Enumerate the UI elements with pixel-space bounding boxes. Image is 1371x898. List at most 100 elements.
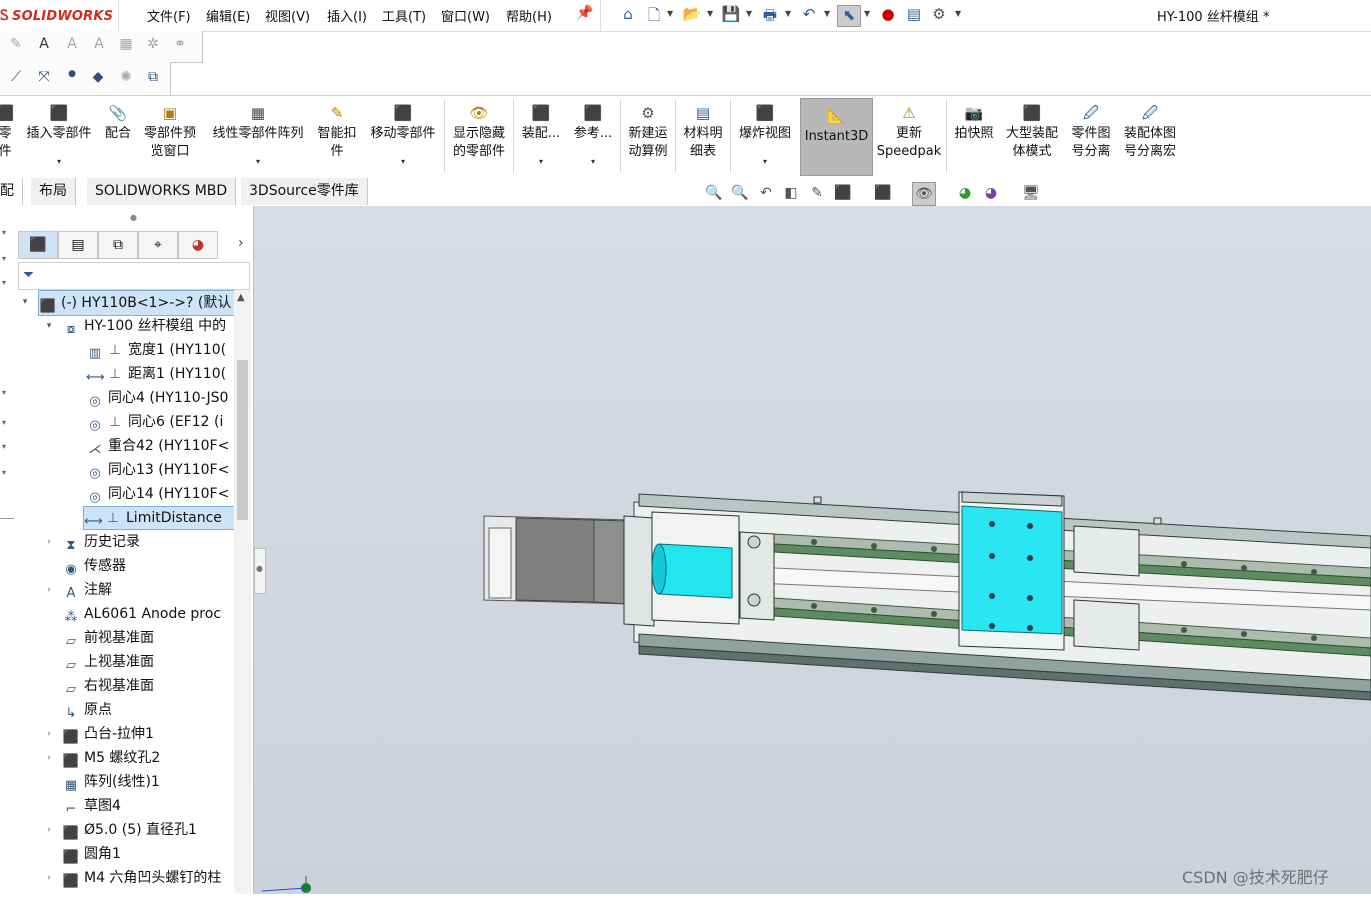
- tab-dimxpert[interactable]: ⌖: [138, 231, 178, 259]
- cmd-mate[interactable]: 📎 配合: [100, 96, 136, 176]
- cmd-part-number-split[interactable]: 🖉 零件图 号分离: [1067, 96, 1115, 176]
- smart-dim-icon[interactable]: ⚭: [170, 36, 190, 56]
- tree-mate-item[interactable]: ◎ 同心13 (HY110F<: [86, 458, 229, 482]
- previous-view-icon[interactable]: ↶: [755, 182, 777, 204]
- save-icon[interactable]: 💾: [720, 5, 742, 25]
- tree-mate-item[interactable]: ◎ ⊥ 同心6 (EF12 (i: [86, 410, 223, 434]
- section-view-icon[interactable]: ◧: [780, 182, 802, 204]
- tab-property-manager[interactable]: ▤: [58, 231, 98, 259]
- chevron-down-icon[interactable]: ▼: [864, 9, 870, 18]
- annotation-icon[interactable]: A: [34, 36, 54, 56]
- hide-show-items-icon[interactable]: 👁: [912, 182, 936, 206]
- scroll-up-icon[interactable]: ▲: [237, 292, 245, 303]
- cmd-exploded-view[interactable]: ⬛ 爆炸视图 ▾: [734, 96, 796, 176]
- menu-insert[interactable]: 插入(I): [327, 6, 367, 25]
- chevron-down-icon[interactable]: ▼: [667, 9, 673, 18]
- tab-layout[interactable]: 布局: [31, 178, 76, 205]
- filter-icon[interactable]: ⏷: [23, 267, 34, 283]
- cmd-large-assembly[interactable]: ⬛ 大型装配 体模式: [1001, 96, 1063, 176]
- chevron-down-icon[interactable]: ▾: [569, 157, 617, 167]
- chevron-right-icon[interactable]: ›: [238, 235, 244, 251]
- reference-plane-icon[interactable]: ◆: [88, 69, 108, 89]
- tab-feature-manager[interactable]: ⬛: [18, 231, 58, 259]
- view-orientation-icon[interactable]: ⬛: [832, 182, 854, 204]
- cmd-edit-part[interactable]: ⬛ 零 件: [0, 96, 16, 176]
- expand-icon[interactable]: ›: [44, 866, 54, 890]
- collapse-icon[interactable]: ▾: [44, 314, 54, 338]
- options-icon[interactable]: ⚙: [928, 5, 950, 25]
- tab-3dsource[interactable]: 3DSource零件库: [241, 178, 368, 205]
- cmd-show-hidden[interactable]: 👁 显示隐藏 的零部件: [448, 96, 510, 176]
- zoom-to-fit-icon[interactable]: 🔍: [703, 182, 725, 204]
- cmd-bom[interactable]: ▤ 材料明 细表: [679, 96, 727, 176]
- coordinate-system-icon[interactable]: ⤧: [34, 69, 54, 89]
- scrollbar-thumb[interactable]: [237, 360, 248, 520]
- chevron-down-icon[interactable]: ▾: [2, 228, 6, 237]
- panel-collapse-handle[interactable]: ●: [254, 548, 266, 594]
- tree-filter[interactable]: ⏷: [18, 262, 250, 290]
- select-icon[interactable]: ⬉: [837, 5, 861, 27]
- balloon-icon[interactable]: A: [89, 36, 109, 56]
- cmd-instant3d[interactable]: 📐 Instant3D: [800, 98, 873, 176]
- new-icon[interactable]: 🗋: [643, 5, 665, 25]
- tab-mbd[interactable]: SOLIDWORKS MBD: [87, 178, 237, 205]
- view-settings-icon[interactable]: 🖥: [1020, 182, 1042, 204]
- menu-file[interactable]: 文件(F): [147, 6, 191, 25]
- rebuild-icon[interactable]: ●: [877, 5, 899, 25]
- chevron-down-icon[interactable]: ▾: [22, 157, 96, 167]
- edit-appearance-icon[interactable]: ◕: [954, 182, 976, 204]
- chevron-down-icon[interactable]: ▾: [2, 254, 6, 263]
- chevron-down-icon[interactable]: ▾: [206, 157, 310, 167]
- grip-icon[interactable]: ●: [130, 213, 137, 222]
- tab-configuration-manager[interactable]: ⧉: [98, 231, 138, 259]
- weld-icon[interactable]: ✲: [143, 36, 163, 56]
- chevron-down-icon[interactable]: ▼: [824, 9, 830, 18]
- chevron-down-icon[interactable]: ▾: [2, 278, 6, 287]
- table-icon[interactable]: ▦: [116, 36, 136, 56]
- graphics-viewport[interactable]: [254, 206, 1371, 894]
- menu-window[interactable]: 窗口(W): [441, 6, 490, 25]
- chevron-down-icon[interactable]: ▾: [2, 442, 6, 451]
- apply-scene-icon[interactable]: ◕: [980, 182, 1002, 204]
- chevron-down-icon[interactable]: ▼: [707, 9, 713, 18]
- tree-mate-item[interactable]: ⋌ 重合42 (HY110F<: [86, 434, 230, 458]
- chevron-down-icon[interactable]: ▾: [2, 388, 6, 397]
- collapse-icon[interactable]: ▾: [20, 290, 30, 314]
- menu-edit[interactable]: 编辑(E): [206, 6, 250, 25]
- expand-icon[interactable]: ›: [44, 818, 54, 842]
- tree-mate-item[interactable]: ◎ 同心14 (HY110F<: [86, 482, 229, 506]
- solidworks-logo[interactable]: Ꮪ SOLIDWORKS: [0, 3, 118, 29]
- dynamic-annotation-icon[interactable]: ✎: [806, 182, 828, 204]
- line-icon[interactable]: ⟋: [6, 69, 26, 89]
- pin-menu-icon[interactable]: 📌: [576, 5, 593, 21]
- tab-assembly[interactable]: 配体: [0, 178, 23, 226]
- cmd-new-motion-study[interactable]: ⚙ 新建运 动算例: [624, 96, 672, 176]
- chevron-down-icon[interactable]: ▼: [785, 9, 791, 18]
- expand-icon[interactable]: ›: [44, 746, 54, 770]
- chevron-down-icon[interactable]: ▾: [734, 157, 796, 167]
- zoom-area-icon[interactable]: 🔍: [729, 182, 751, 204]
- open-icon[interactable]: 📂: [681, 5, 703, 25]
- cmd-assembly-number-split-macro[interactable]: 🖉 装配体图 号分离宏: [1119, 96, 1181, 176]
- cmd-component-preview[interactable]: ▣ 零部件预 览窗口: [139, 96, 201, 176]
- cmd-move-component[interactable]: ⬛ 移动零部件 ▾: [366, 96, 440, 176]
- point-icon[interactable]: ●: [62, 69, 82, 89]
- expand-icon[interactable]: ›: [44, 578, 54, 602]
- note-icon[interactable]: A: [62, 36, 82, 56]
- tab-display-manager[interactable]: ◕: [178, 231, 218, 259]
- cmd-assembly-features[interactable]: ⬛ 装配... ▾: [517, 96, 565, 176]
- menu-tools[interactable]: 工具(T): [382, 6, 426, 25]
- tree-mate-item[interactable]: ⟷ ⊥ 距离1 (HY110(: [86, 362, 226, 386]
- cmd-update-speedpak[interactable]: ⚠ 更新 Speedpak: [876, 96, 942, 176]
- tree-mate-item-selected[interactable]: ⟷ ⊥ LimitDistance: [83, 506, 234, 530]
- edit-icon[interactable]: ✎: [6, 36, 26, 56]
- home-icon[interactable]: ⌂: [617, 5, 639, 25]
- menu-view[interactable]: 视图(V): [265, 6, 310, 25]
- file-properties-icon[interactable]: ▤: [903, 5, 925, 25]
- expand-icon[interactable]: ›: [44, 530, 54, 554]
- cmd-snapshot[interactable]: 📷 拍快照: [950, 96, 998, 176]
- chevron-down-icon[interactable]: ▾: [366, 157, 440, 167]
- tree-mate-item[interactable]: ▥ ⊥ 宽度1 (HY110(: [86, 338, 226, 362]
- chevron-down-icon[interactable]: ▼: [746, 9, 752, 18]
- menu-help[interactable]: 帮助(H): [506, 6, 552, 25]
